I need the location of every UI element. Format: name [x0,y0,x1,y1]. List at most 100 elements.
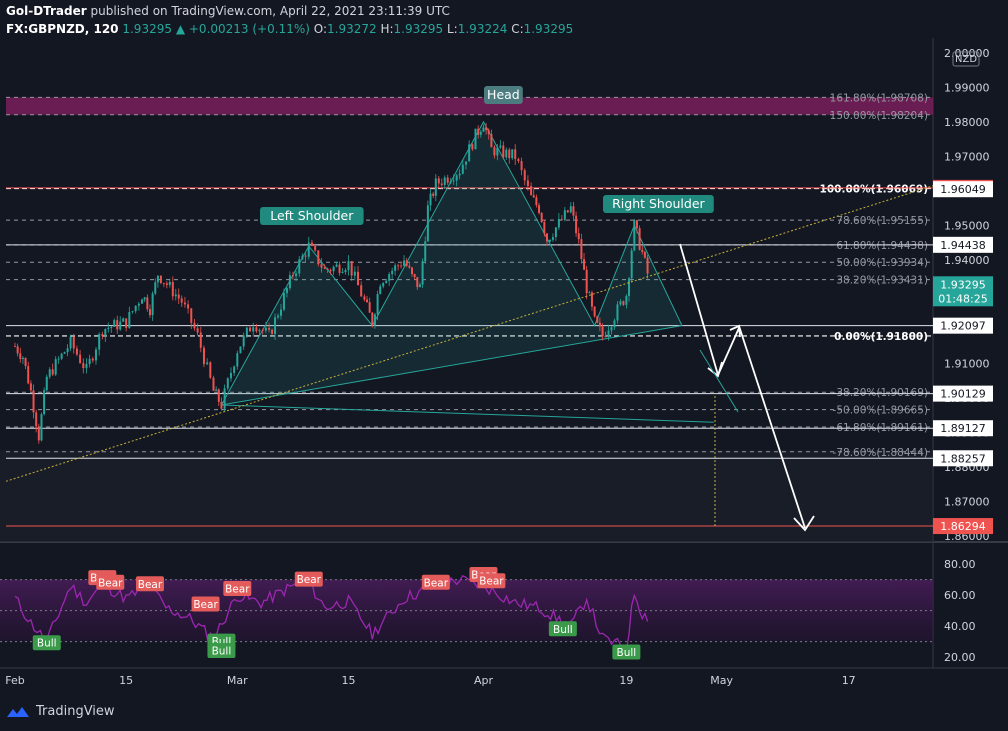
candle-body [357,271,360,286]
candle-body [154,282,157,294]
time-tick: 17 [842,674,856,687]
candle-body [282,293,285,310]
bear-signal: Bear [477,573,506,589]
rsi-tick: 80.00 [944,558,976,571]
candle-body [551,237,554,240]
neckline-extension [221,404,714,423]
candle-body [593,306,596,317]
candle-body [187,304,190,309]
fib-label: -50.00%(1.89665) [833,405,928,417]
candle-body [143,297,146,300]
bull-signal: Bull [612,644,641,660]
candle-body [101,334,104,336]
candle-body [199,332,202,348]
candle-body [514,149,517,159]
candle-body [332,266,335,272]
candle-body [171,281,174,297]
candle-body [635,220,638,229]
fib-label: 50.00%(1.93934) [836,257,928,269]
candle-body [613,320,616,328]
candle-body [88,358,91,364]
candle-body [69,336,72,349]
candle-body [432,193,435,196]
candle-body [535,197,538,206]
candle-body [206,362,209,365]
signal-text: Bear [297,574,322,586]
candle-body [261,329,264,331]
bull-signal: Bull [207,642,236,658]
candle-body [403,260,406,266]
bull-signal: Bull [32,635,61,651]
candle-body [94,349,97,361]
candle-body [338,264,341,273]
candle-body [45,376,48,391]
candle-body [307,242,310,257]
candle-body [209,362,212,378]
candle-body [622,301,625,305]
candle-body [588,292,591,294]
candle-body [252,327,255,332]
candle-body [110,326,113,328]
candle-body [245,327,248,336]
fib-label: 150.00%(1.98204) [830,110,928,122]
candle-body [168,281,171,285]
signal-text: Bear [98,577,123,589]
candle-body [24,357,27,366]
candle-body [643,251,646,258]
candle-body [543,222,546,234]
candle-body [146,297,149,310]
candle-body [239,346,242,354]
candle-body [229,372,232,379]
candle-body [487,130,490,135]
candle-body [604,336,607,338]
candle-body [641,249,644,252]
candle-body [360,285,363,297]
head-shoulders-pattern [220,120,683,406]
price-tick: 1.98000 [944,116,990,129]
candle-body [141,299,144,304]
rsi-tick: 40.00 [944,620,976,633]
candle-body [180,298,183,303]
candle-body [523,170,526,181]
candle-body [174,294,177,297]
candle-body [572,206,575,216]
candle-body [353,271,356,276]
candle-body [236,353,239,367]
candle-body [54,359,57,375]
candle-body [48,369,51,377]
price-axis-value: 1.88257 [940,452,986,465]
candle-body [113,320,116,327]
head-label: Head [487,87,520,102]
signal-text: Bear [225,583,250,595]
time-tick: Mar [227,674,248,687]
time-tick: 15 [341,674,355,687]
candle-body [66,348,69,353]
candle-body [21,357,24,360]
candle-body [40,414,43,441]
candle-body [177,294,180,299]
candle-body [540,213,543,223]
candle-body [461,164,464,174]
signal-text: Bull [212,645,232,657]
tradingview-footer[interactable]: TradingView [6,704,115,719]
candle-body [505,149,508,158]
candle-body [291,275,294,277]
candle-body [382,283,385,287]
candle-body [601,326,604,337]
fib-label: 0.00%(1.91800) [834,331,928,343]
candle-body [116,320,119,330]
channel-line [699,349,739,413]
candle-body [264,327,267,331]
candle-body [350,261,353,276]
price-axis-value: 1.93295 [940,278,986,291]
candle-body [75,348,78,355]
candle-body [585,269,588,294]
candle-body [526,180,529,187]
candle-body [310,242,313,246]
price-chart[interactable]: 161.80%(1.98708) 150.00%(1.98204) 100.00%(… [0,0,1008,731]
time-tick: Apr [474,674,494,687]
candle-body [499,145,502,148]
tradingview-logo-icon [7,706,29,717]
countdown-timer: 01:48:25 [938,292,987,305]
price-tick: 1.87000 [944,496,990,509]
